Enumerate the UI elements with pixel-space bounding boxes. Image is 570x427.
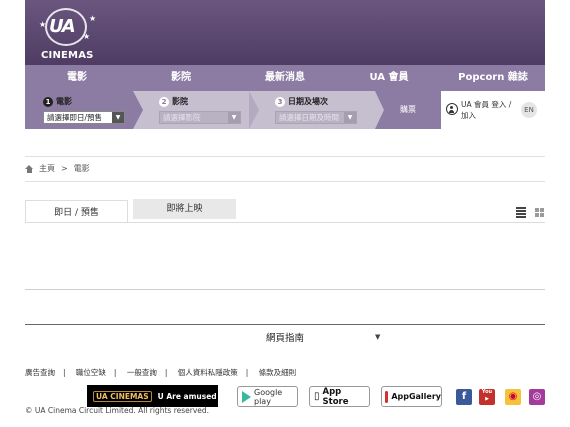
tab-underline xyxy=(25,222,545,223)
footer-links: 廣告查詢 | 職位空缺 | 一般查詢 | 個人資料私隱政策 | 條款及細則 xyxy=(25,368,297,377)
breadcrumb: 主頁 > 電影 xyxy=(25,163,90,174)
breadcrumb-separator: > xyxy=(61,164,68,173)
footer-link-privacy[interactable]: 個人資料私隱政策 xyxy=(178,368,238,377)
booking-steps: 1 電影 請選擇即日/預售 ▼ 2 影院 請選擇影院 ▼ 3 日期及場次 請選擇… xyxy=(25,91,545,129)
user-icon xyxy=(446,103,458,115)
step-movie: 1 電影 請選擇即日/預售 ▼ xyxy=(25,91,133,129)
google-play-badge[interactable]: Google play xyxy=(237,386,298,407)
logo-mark: UA xyxy=(49,16,76,37)
nav-item-news[interactable]: 最新消息 xyxy=(233,65,337,91)
chevron-down-icon: ▼ xyxy=(228,112,240,123)
divider xyxy=(25,156,545,157)
step-label: 影院 xyxy=(172,97,188,106)
select-value: 請選擇日期及時間 xyxy=(279,113,339,122)
weibo-icon[interactable]: ◉ xyxy=(505,389,521,405)
footer-link-advertising[interactable]: 廣告查詢 xyxy=(25,368,55,377)
facebook-icon[interactable]: f xyxy=(456,389,472,405)
step-arrow xyxy=(133,91,143,129)
list-view-icon[interactable] xyxy=(516,207,526,218)
instagram-icon[interactable]: ◎ xyxy=(529,389,545,405)
star-icon: ★ xyxy=(83,32,91,41)
chevron-down-icon: ▼ xyxy=(112,112,124,123)
step-arrow xyxy=(375,91,384,129)
showtime-select[interactable]: 請選擇日期及時間 ▼ xyxy=(275,111,357,124)
app-store-badge[interactable]: ▯ App Store xyxy=(309,386,370,407)
sitemap-toggle[interactable]: 網頁指南 xyxy=(25,330,545,344)
nav-item-popcorn[interactable]: Popcorn 雜誌 xyxy=(441,65,545,91)
nav-item-movies[interactable]: 電影 xyxy=(25,65,129,91)
main-nav: 電影 影院 最新消息 UA 會員 Popcorn 雜誌 xyxy=(25,65,545,91)
footer-divider xyxy=(25,324,545,325)
footer-link-enquiry[interactable]: 一般查詢 xyxy=(127,368,157,377)
member-area: UA 會員 登入 / 加入 EN xyxy=(441,91,545,129)
logo-name: CINEMAS xyxy=(41,50,94,61)
step-label: 電影 xyxy=(56,97,72,106)
copyright: © UA Cinema Circuit Limited. All rights … xyxy=(25,406,210,415)
ua-badge-left: UA CINEMAS xyxy=(93,390,152,402)
member-login-link[interactable]: UA 會員 登入 / 加入 xyxy=(461,99,521,121)
site-header: UA ★ ★ ★ CINEMAS xyxy=(25,0,545,65)
step-arrow xyxy=(249,91,259,129)
step-cinema: 2 影院 請選擇影院 ▼ xyxy=(143,91,259,129)
step-number: 3 xyxy=(275,96,285,107)
step-label: 日期及場次 xyxy=(288,97,328,106)
divider xyxy=(25,289,545,290)
movie-select[interactable]: 請選擇即日/預售 ▼ xyxy=(43,111,125,124)
youtube-icon[interactable]: You ▶ xyxy=(479,389,495,405)
grid-view-icon[interactable] xyxy=(535,208,545,218)
step-showtime-heading: 3 日期及場次 xyxy=(275,96,328,107)
ua-cinemas-logo[interactable]: UA ★ ★ ★ CINEMAS xyxy=(37,2,97,62)
nav-item-cinemas[interactable]: 影院 xyxy=(129,65,233,91)
app-gallery-badge[interactable]: AppGallery xyxy=(381,386,442,407)
divider xyxy=(25,181,545,182)
tab-coming-soon[interactable]: 即將上映 xyxy=(133,199,236,219)
store-label: Google play xyxy=(254,387,283,406)
ua-badge-right: U Are amused xyxy=(157,391,217,401)
step-movie-heading: 1 電影 xyxy=(43,96,72,107)
select-value: 請選擇即日/預售 xyxy=(47,113,103,122)
language-toggle[interactable]: EN xyxy=(521,102,537,118)
star-icon: ★ xyxy=(39,20,47,29)
breadcrumb-home[interactable]: 主頁 xyxy=(39,163,55,174)
step-number: 2 xyxy=(159,96,169,107)
tab-now-showing[interactable]: 即日 / 預售 xyxy=(25,200,128,223)
store-label: App Store xyxy=(322,386,349,407)
ua-amused-badge[interactable]: UA CINEMAS U Are amused xyxy=(87,385,218,407)
caret-down-icon[interactable]: ▼ xyxy=(375,333,380,341)
footer-link-terms[interactable]: 條款及細則 xyxy=(259,368,297,377)
home-icon[interactable] xyxy=(25,164,33,173)
select-value: 請選擇影院 xyxy=(163,113,201,122)
step-cinema-heading: 2 影院 xyxy=(159,96,188,107)
step-showtime: 3 日期及場次 請選擇日期及時間 ▼ xyxy=(259,91,375,129)
cinema-select[interactable]: 請選擇影院 ▼ xyxy=(159,111,241,124)
star-icon: ★ xyxy=(89,14,97,23)
store-label: AppGallery xyxy=(391,392,441,401)
google-play-icon xyxy=(242,390,251,403)
huawei-icon xyxy=(385,390,389,403)
step-number: 1 xyxy=(43,96,53,107)
footer-link-careers[interactable]: 職位空缺 xyxy=(76,368,106,377)
nav-item-member[interactable]: UA 會員 xyxy=(337,65,441,91)
apple-icon: ▯ xyxy=(314,391,320,402)
buy-ticket-button[interactable]: 購票 xyxy=(375,91,441,129)
breadcrumb-current: 電影 xyxy=(73,164,90,173)
chevron-down-icon: ▼ xyxy=(344,112,356,123)
